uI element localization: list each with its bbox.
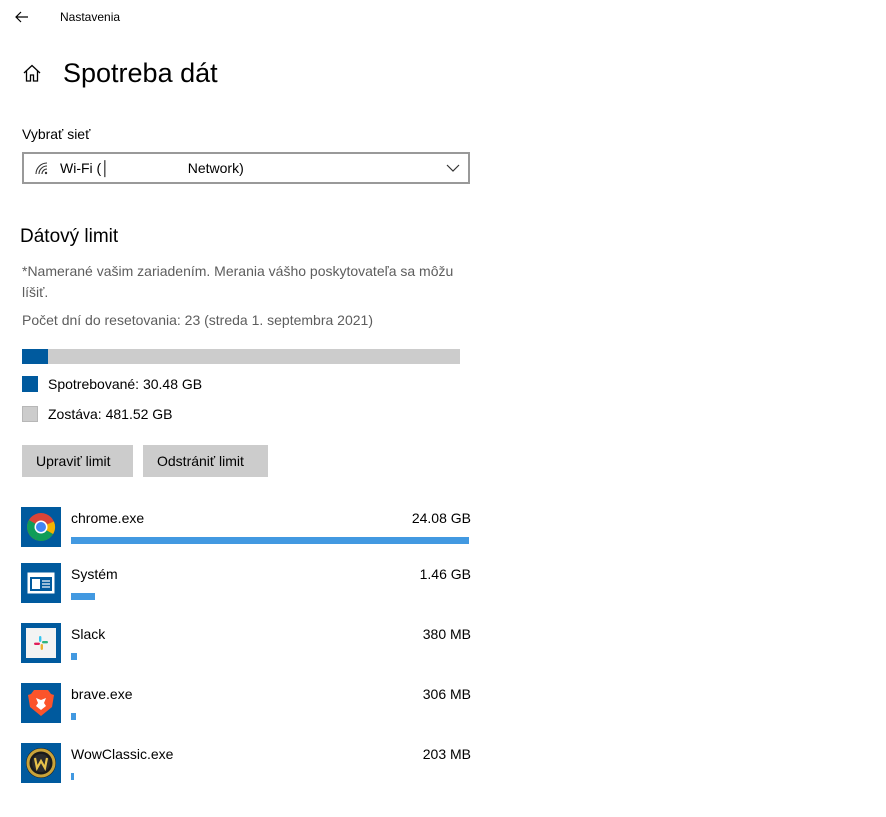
app-name: Slack <box>71 626 106 642</box>
reset-info: Počet dní do resetovania: 23 (streda 1. … <box>22 312 373 328</box>
chrome-icon <box>21 507 61 547</box>
system-icon <box>21 563 61 603</box>
app-name: Systém <box>71 566 118 582</box>
app-size: 1.46 GB <box>419 566 471 582</box>
app-row-system[interactable]: Systém 1.46 GB <box>21 563 471 607</box>
back-arrow-icon <box>15 11 28 23</box>
app-usage-bar <box>71 773 74 780</box>
used-label: Spotrebované: 30.48 GB <box>48 376 203 392</box>
edit-limit-button[interactable]: Upraviť limit <box>22 445 133 477</box>
remove-limit-button[interactable]: Odstrániť limit <box>143 445 268 477</box>
back-button[interactable] <box>8 4 36 30</box>
app-row-brave[interactable]: brave.exe 306 MB <box>21 683 471 727</box>
page-header: Spotreba dát <box>20 56 218 90</box>
app-size: 380 MB <box>422 626 471 642</box>
app-row-chrome[interactable]: chrome.exe 24.08 GB <box>21 507 471 551</box>
app-size: 203 MB <box>422 746 471 762</box>
used-swatch <box>22 376 38 392</box>
app-usage-bar <box>71 713 76 720</box>
window-title: Nastavenia <box>60 10 121 24</box>
title-bar: Nastavenia <box>0 0 886 34</box>
slack-icon <box>21 623 61 663</box>
wifi-icon <box>34 160 52 176</box>
chevron-down-icon <box>446 164 460 172</box>
app-name: WowClassic.exe <box>71 746 174 762</box>
app-usage-bar <box>71 537 469 544</box>
app-name: chrome.exe <box>71 510 145 526</box>
data-usage-bar <box>22 349 460 364</box>
legend-used: Spotrebované: 30.48 GB <box>22 376 202 392</box>
measurement-note: *Namerané vašim zariadením. Merania vášh… <box>22 263 454 300</box>
brave-icon <box>21 683 61 723</box>
remaining-swatch <box>22 406 38 422</box>
data-limit-heading: Dátový limit <box>20 226 119 247</box>
page-title: Spotreba dát <box>63 57 218 88</box>
app-row-wowclassic[interactable]: WowClassic.exe 203 MB <box>21 743 471 787</box>
wow-icon <box>21 743 61 783</box>
app-name: brave.exe <box>71 686 133 702</box>
remaining-label: Zostáva: 481.52 GB <box>48 406 173 422</box>
legend-remaining: Zostáva: 481.52 GB <box>22 406 173 422</box>
network-dropdown[interactable]: Wi-Fi (│ Network) <box>22 152 470 184</box>
app-usage-bar <box>71 593 95 600</box>
app-size: 24.08 GB <box>411 510 471 526</box>
network-label: Vybrať sieť <box>22 126 91 142</box>
app-row-slack[interactable]: Slack 380 MB <box>21 623 471 667</box>
home-icon[interactable] <box>20 61 44 85</box>
app-size: 306 MB <box>422 686 471 702</box>
network-selected-value: Wi-Fi (│ Network) <box>60 160 244 176</box>
data-usage-fill <box>22 349 49 364</box>
app-usage-bar <box>71 653 77 660</box>
